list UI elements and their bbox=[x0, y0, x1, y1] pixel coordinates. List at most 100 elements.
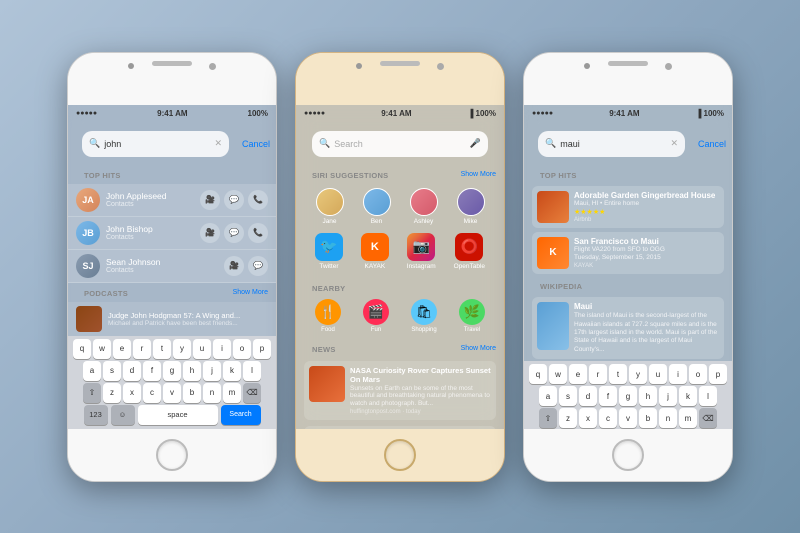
rkey-i[interactable]: i bbox=[669, 364, 687, 384]
key-c[interactable]: c bbox=[143, 383, 161, 403]
search-bar-left[interactable]: 🔍 john ✕ bbox=[82, 131, 229, 157]
home-button-left[interactable] bbox=[156, 439, 188, 471]
key-search-left[interactable]: Search bbox=[221, 405, 261, 425]
nearby-travel[interactable]: 🌿 Travel bbox=[459, 299, 485, 333]
key-r[interactable]: r bbox=[133, 339, 151, 359]
key-p[interactable]: p bbox=[253, 339, 271, 359]
key-u[interactable]: u bbox=[193, 339, 211, 359]
message-btn-2[interactable]: 💬 bbox=[224, 223, 244, 243]
search-bar-right[interactable]: 🔍 maui ✕ bbox=[538, 131, 685, 157]
app-instagram[interactable]: 📷 Instagram bbox=[407, 233, 436, 270]
news-item-2[interactable]: Healthy diet may improve memory, says st… bbox=[304, 426, 496, 429]
key-q[interactable]: q bbox=[73, 339, 91, 359]
rkey-y[interactable]: y bbox=[629, 364, 647, 384]
rkey-t[interactable]: t bbox=[609, 364, 627, 384]
rkey-v[interactable]: v bbox=[619, 408, 637, 428]
rkey-z[interactable]: z bbox=[559, 408, 577, 428]
siri-mike[interactable]: Mike bbox=[457, 188, 485, 225]
rkey-p[interactable]: p bbox=[709, 364, 727, 384]
key-backspace[interactable]: ⌫ bbox=[243, 383, 261, 403]
key-t[interactable]: t bbox=[153, 339, 171, 359]
nearby-shopping[interactable]: 🛍 Shopping bbox=[411, 299, 437, 333]
rkey-e[interactable]: e bbox=[569, 364, 587, 384]
keyboard-right[interactable]: q w e r t y u i o p a s d f g h bbox=[524, 361, 732, 428]
key-y[interactable]: y bbox=[173, 339, 191, 359]
key-m[interactable]: m bbox=[223, 383, 241, 403]
key-o[interactable]: o bbox=[233, 339, 251, 359]
rkey-q[interactable]: q bbox=[529, 364, 547, 384]
rkey-u[interactable]: u bbox=[649, 364, 667, 384]
siri-jane[interactable]: Jane bbox=[316, 188, 344, 225]
key-emoji[interactable]: ☺ bbox=[111, 405, 135, 425]
key-i[interactable]: i bbox=[213, 339, 231, 359]
contact-john-bishop[interactable]: JB John Bishop Contacts 🎥 💬 📞 bbox=[68, 217, 276, 250]
rkey-j[interactable]: j bbox=[659, 386, 677, 406]
rkey-c[interactable]: c bbox=[599, 408, 617, 428]
rkey-shift[interactable]: ⇧ bbox=[539, 408, 557, 428]
clear-icon[interactable]: ✕ bbox=[214, 138, 222, 149]
rkey-h[interactable]: h bbox=[639, 386, 657, 406]
rkey-s[interactable]: s bbox=[559, 386, 577, 406]
contact-john-appleseed[interactable]: JA John Appleseed Contacts 🎥 💬 📞 bbox=[68, 184, 276, 217]
video-btn[interactable]: 🎥 bbox=[200, 190, 220, 210]
call-btn[interactable]: 📞 bbox=[248, 190, 268, 210]
nearby-food[interactable]: 🍴 Food bbox=[315, 299, 341, 333]
rkey-w[interactable]: w bbox=[549, 364, 567, 384]
clear-icon-right[interactable]: ✕ bbox=[670, 138, 678, 149]
cancel-button-left[interactable]: Cancel bbox=[242, 139, 270, 149]
video-btn-2[interactable]: 🎥 bbox=[200, 223, 220, 243]
key-s[interactable]: s bbox=[103, 361, 121, 381]
message-btn-3[interactable]: 💬 bbox=[248, 256, 268, 276]
app-kayak[interactable]: K KAYAK bbox=[361, 233, 389, 270]
video-btn-3[interactable]: 🎥 bbox=[224, 256, 244, 276]
key-l[interactable]: l bbox=[243, 361, 261, 381]
rkey-b[interactable]: b bbox=[639, 408, 657, 428]
key-b[interactable]: b bbox=[183, 383, 201, 403]
rkey-m[interactable]: m bbox=[679, 408, 697, 428]
rkey-n[interactable]: n bbox=[659, 408, 677, 428]
show-more-siri[interactable]: Show More bbox=[461, 171, 496, 178]
key-n[interactable]: n bbox=[203, 383, 221, 403]
wikipedia-card[interactable]: Maui The island of Maui is the second-la… bbox=[532, 297, 724, 359]
siri-ashley[interactable]: Ashley bbox=[410, 188, 438, 225]
key-a[interactable]: a bbox=[83, 361, 101, 381]
key-k[interactable]: k bbox=[223, 361, 241, 381]
rkey-o[interactable]: o bbox=[689, 364, 707, 384]
key-h[interactable]: h bbox=[183, 361, 201, 381]
key-v[interactable]: v bbox=[163, 383, 181, 403]
key-d[interactable]: d bbox=[123, 361, 141, 381]
search-bar-middle[interactable]: 🔍 Search 🎤 bbox=[312, 131, 488, 157]
app-twitter[interactable]: 🐦 Twitter bbox=[315, 233, 343, 270]
key-w[interactable]: w bbox=[93, 339, 111, 359]
key-e[interactable]: e bbox=[113, 339, 131, 359]
rkey-a[interactable]: a bbox=[539, 386, 557, 406]
key-j[interactable]: j bbox=[203, 361, 221, 381]
result-kayak[interactable]: K San Francisco to Maui Flight VA220 fro… bbox=[532, 232, 724, 274]
rkey-backspace[interactable]: ⌫ bbox=[699, 408, 717, 428]
home-button-right[interactable] bbox=[612, 439, 644, 471]
key-f[interactable]: f bbox=[143, 361, 161, 381]
mic-icon[interactable]: 🎤 bbox=[470, 138, 481, 149]
rkey-x[interactable]: x bbox=[579, 408, 597, 428]
key-x[interactable]: x bbox=[123, 383, 141, 403]
key-shift[interactable]: ⇧ bbox=[83, 383, 101, 403]
key-g[interactable]: g bbox=[163, 361, 181, 381]
home-button-mid[interactable] bbox=[384, 439, 416, 471]
siri-ben[interactable]: Ben bbox=[363, 188, 391, 225]
message-btn[interactable]: 💬 bbox=[224, 190, 244, 210]
rkey-d[interactable]: d bbox=[579, 386, 597, 406]
rkey-k[interactable]: k bbox=[679, 386, 697, 406]
rkey-r[interactable]: r bbox=[589, 364, 607, 384]
news-item-1[interactable]: NASA Curiosity Rover Captures Sunset On … bbox=[304, 361, 496, 420]
show-more-left[interactable]: Show More bbox=[233, 289, 268, 296]
rkey-g[interactable]: g bbox=[619, 386, 637, 406]
rkey-f[interactable]: f bbox=[599, 386, 617, 406]
key-z[interactable]: z bbox=[103, 383, 121, 403]
call-btn-2[interactable]: 📞 bbox=[248, 223, 268, 243]
show-more-news[interactable]: Show More bbox=[461, 345, 496, 352]
nearby-fun[interactable]: 🎬 Fun bbox=[363, 299, 389, 333]
app-opentable[interactable]: ⭕ OpenTable bbox=[454, 233, 485, 270]
keyboard-left[interactable]: q w e r t y u i o p a s d f g h bbox=[68, 336, 276, 429]
contact-sean-johnson[interactable]: SJ Sean Johnson Contacts 🎥 💬 bbox=[68, 250, 276, 283]
result-airbnb[interactable]: Adorable Garden Gingerbread House Maui, … bbox=[532, 186, 724, 228]
